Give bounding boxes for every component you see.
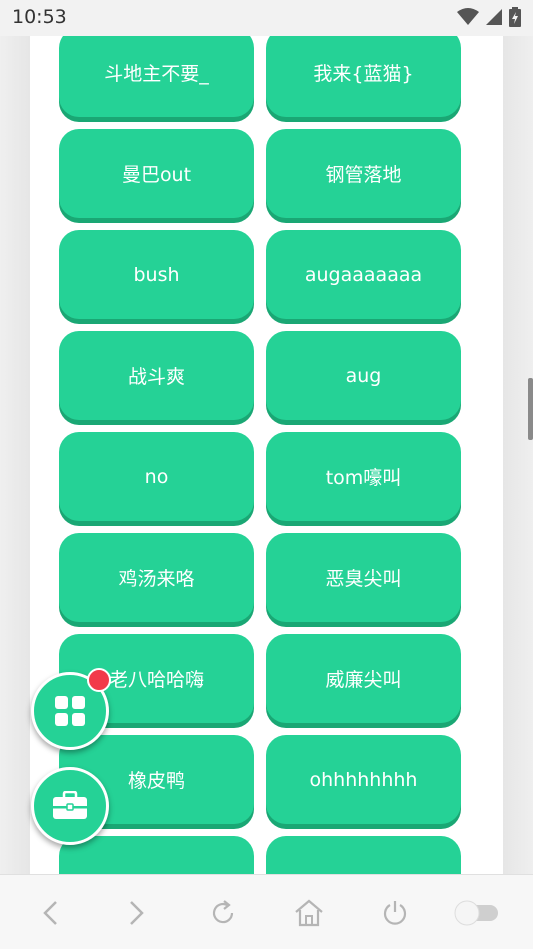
status-icons [457, 6, 521, 28]
toolbox-icon [53, 791, 87, 819]
power-button[interactable] [377, 895, 413, 931]
bottom-navigation-bar [0, 874, 533, 949]
sound-button[interactable]: 曼巴out [59, 129, 254, 218]
sound-button[interactable]: 钢管落地 [266, 129, 461, 218]
home-button[interactable] [291, 895, 327, 931]
sound-button[interactable]: tom嚎叫 [266, 432, 461, 521]
reload-button[interactable] [205, 895, 241, 931]
reload-icon [212, 900, 234, 924]
sound-button[interactable]: 威廉尖叫 [266, 634, 461, 723]
signal-icon [486, 9, 502, 25]
grid-apps-icon [55, 696, 85, 726]
scrollbar-thumb[interactable] [528, 378, 533, 440]
sound-button-grid: 斗地主不要_ 我来{蓝猫} 曼巴out 钢管落地 bush augaaaaaaa… [59, 36, 461, 874]
sound-button[interactable]: 我来{蓝猫} [266, 36, 461, 117]
sound-button[interactable]: 鸡汤来咯 [59, 533, 254, 622]
home-icon [295, 899, 323, 927]
sound-button[interactable]: no [59, 432, 254, 521]
toggle-switch-icon [454, 900, 498, 926]
status-time: 10:53 [12, 6, 67, 28]
battery-icon [509, 7, 521, 27]
sound-button[interactable]: bush [59, 230, 254, 319]
sound-button[interactable] [59, 836, 254, 874]
toolbox-fab-button[interactable] [31, 767, 109, 845]
sound-button[interactable]: augaaaaaaa [266, 230, 461, 319]
sound-button[interactable]: 恶臭尖叫 [266, 533, 461, 622]
sound-button[interactable]: 斗地主不要_ [59, 36, 254, 117]
power-icon [383, 901, 407, 925]
notification-badge [87, 668, 111, 692]
page-gutter-left [0, 36, 30, 874]
forward-button[interactable] [118, 895, 154, 931]
sound-button[interactable] [266, 836, 461, 874]
sound-button[interactable]: ohhhhhhhh [266, 735, 461, 824]
sound-button[interactable]: aug [266, 331, 461, 420]
forward-icon [130, 901, 144, 925]
sound-board: 斗地主不要_ 我来{蓝猫} 曼巴out 钢管落地 bush augaaaaaaa… [30, 36, 503, 874]
sound-button[interactable]: 战斗爽 [59, 331, 254, 420]
back-icon [43, 901, 57, 925]
page-gutter-right [503, 36, 533, 874]
toggle-switch[interactable] [452, 895, 500, 931]
back-button[interactable] [33, 895, 69, 931]
status-bar: 10:53 [0, 0, 533, 36]
wifi-icon [457, 8, 479, 25]
